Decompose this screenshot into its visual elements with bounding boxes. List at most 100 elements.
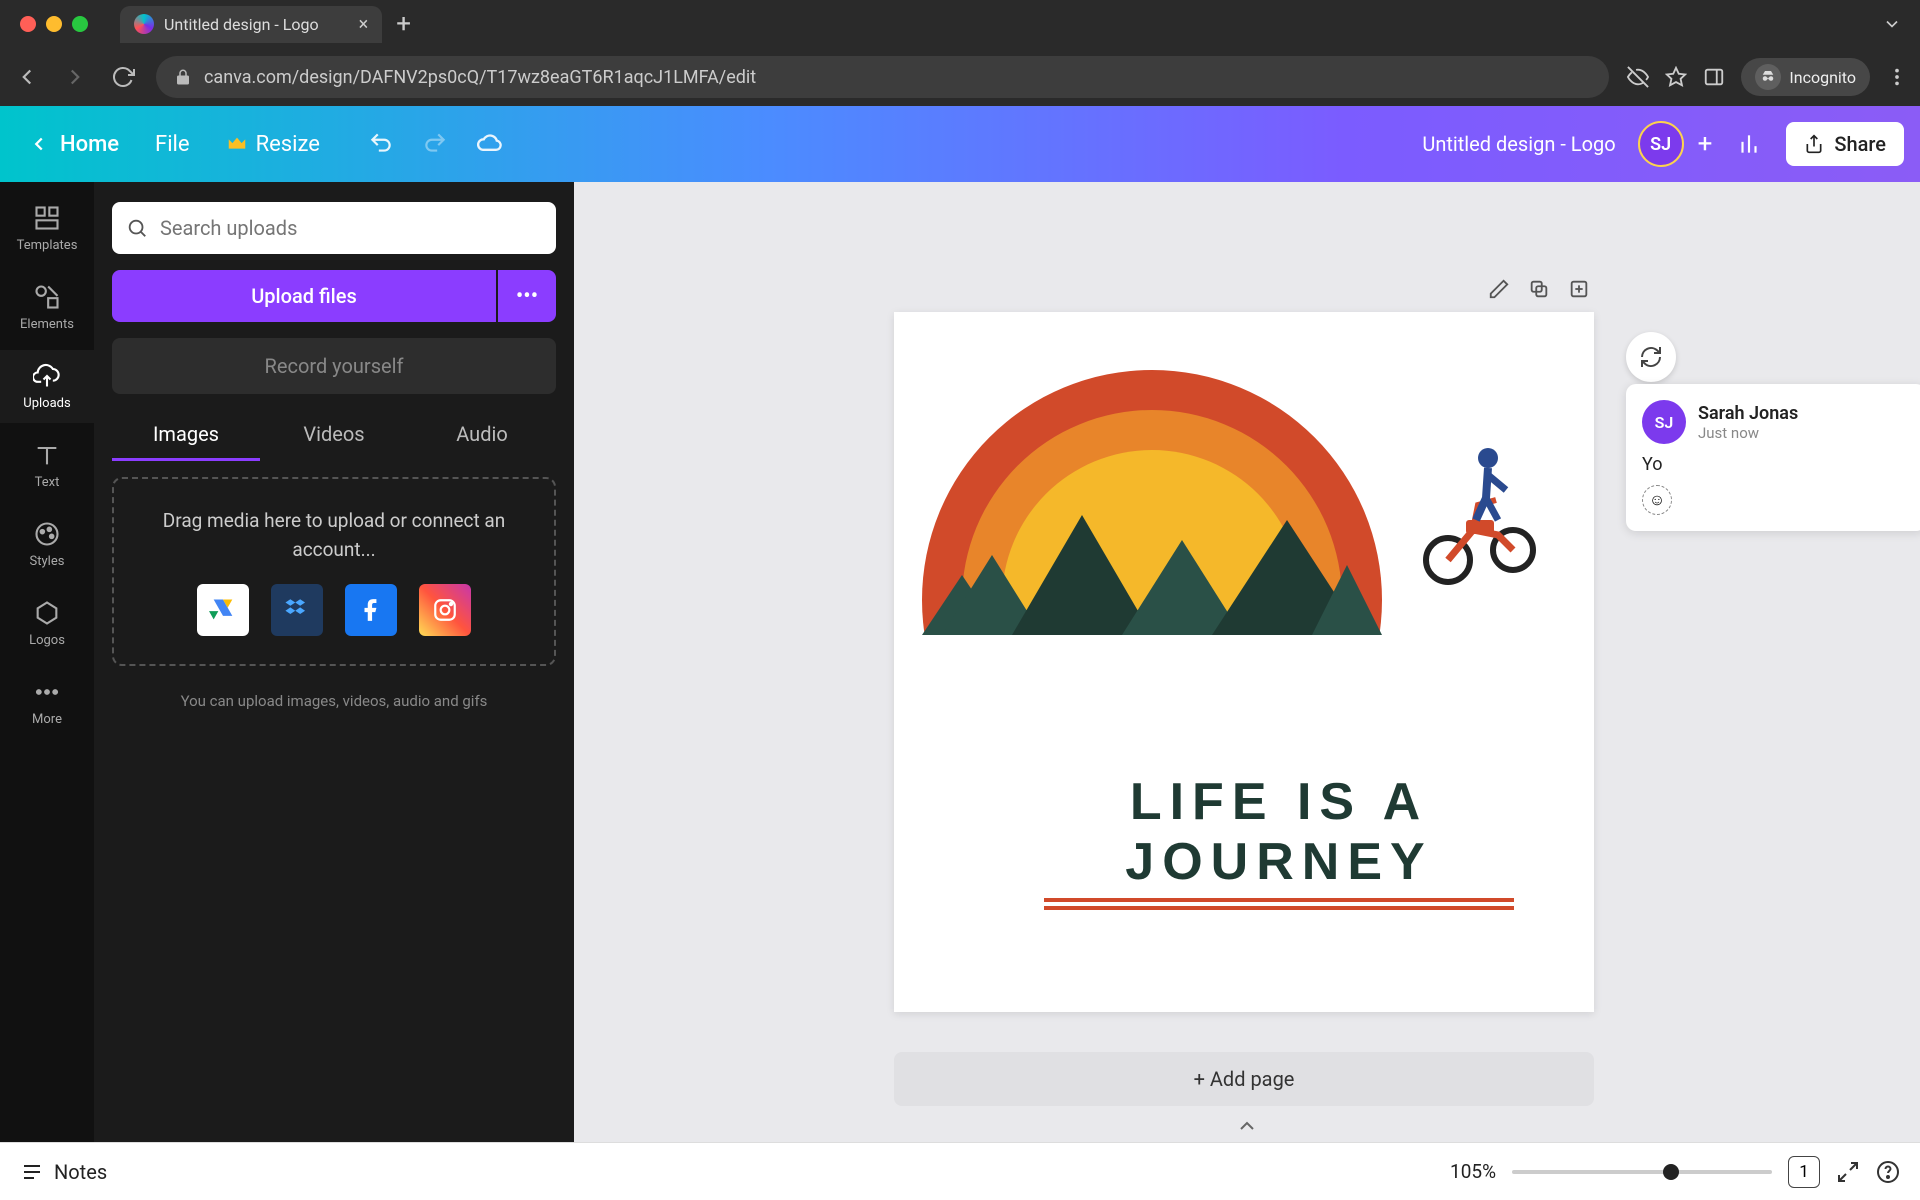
rail-label: Text xyxy=(35,475,60,490)
rail-label: Uploads xyxy=(23,396,70,411)
undo-button[interactable] xyxy=(368,130,394,158)
app: Home File Resize Untitled design - Logo … xyxy=(0,106,1920,1200)
left-rail: Templates Elements Uploads Text Styles L… xyxy=(0,182,94,1142)
rail-elements[interactable]: Elements xyxy=(0,271,94,344)
page-count[interactable]: 1 xyxy=(1788,1156,1820,1188)
canva-favicon-icon xyxy=(134,14,154,34)
fullscreen-button[interactable] xyxy=(1836,1160,1860,1184)
close-tab-button[interactable]: × xyxy=(359,14,369,35)
minimize-window-button[interactable] xyxy=(46,16,62,32)
record-yourself-button[interactable]: Record yourself xyxy=(112,338,556,394)
add-page-button[interactable]: + Add page xyxy=(894,1052,1594,1106)
connect-facebook[interactable] xyxy=(345,584,397,636)
rail-uploads[interactable]: Uploads xyxy=(0,350,94,423)
comment-body: Yo xyxy=(1642,454,1910,475)
upload-more-button[interactable]: ••• xyxy=(498,270,556,322)
analytics-button[interactable] xyxy=(1736,131,1762,157)
comment-card[interactable]: SJ Sarah Jonas Just now Yo ☺ xyxy=(1626,384,1920,531)
tab-images[interactable]: Images xyxy=(112,410,260,461)
motorbike-graphic[interactable] xyxy=(1418,420,1538,590)
add-collaborator-button[interactable]: + xyxy=(1698,129,1713,159)
connect-dropbox[interactable] xyxy=(271,584,323,636)
cloud-sync-icon[interactable] xyxy=(476,130,504,158)
search-uploads[interactable] xyxy=(112,202,556,254)
connect-instagram[interactable] xyxy=(419,584,471,636)
tab-audio[interactable]: Audio xyxy=(408,410,556,461)
main: Templates Elements Uploads Text Styles L… xyxy=(0,182,1920,1142)
search-input[interactable] xyxy=(160,216,542,240)
home-button[interactable]: Home xyxy=(16,124,131,165)
tabs-menu-button[interactable] xyxy=(1882,14,1902,34)
uploads-panel: Upload files ••• Record yourself Images … xyxy=(94,182,574,1142)
rail-text[interactable]: Text xyxy=(0,429,94,502)
notes-label: Notes xyxy=(54,1160,107,1184)
browser-chrome: Untitled design - Logo × + canva.com/des… xyxy=(0,0,1920,106)
notes-button[interactable]: Notes xyxy=(20,1160,107,1184)
search-icon xyxy=(126,217,148,239)
new-tab-button[interactable]: + xyxy=(396,9,411,39)
expand-pages-button[interactable] xyxy=(1235,1114,1259,1138)
document-title[interactable]: Untitled design - Logo xyxy=(1422,132,1615,156)
upload-hint: You can upload images, videos, audio and… xyxy=(112,692,556,710)
duplicate-page-icon[interactable] xyxy=(1528,278,1550,300)
headline-label: LIFE IS A JOURNEY xyxy=(1004,772,1554,892)
eye-off-icon[interactable] xyxy=(1627,66,1649,88)
share-button[interactable]: Share xyxy=(1786,122,1904,166)
zoom-thumb[interactable] xyxy=(1663,1164,1679,1180)
upload-drop-zone[interactable]: Drag media here to upload or connect an … xyxy=(112,477,556,666)
rail-logos[interactable]: Logos xyxy=(0,587,94,660)
sunset-graphic[interactable] xyxy=(922,370,1382,635)
comment-time: Just now xyxy=(1698,424,1798,442)
close-window-button[interactable] xyxy=(20,16,36,32)
tab-title: Untitled design - Logo xyxy=(164,15,319,34)
rail-styles[interactable]: Styles xyxy=(0,508,94,581)
page-tools xyxy=(1488,278,1590,300)
maximize-window-button[interactable] xyxy=(72,16,88,32)
rail-templates[interactable]: Templates xyxy=(0,192,94,265)
comment-initials: SJ xyxy=(1655,413,1674,432)
comment-author: Sarah Jonas xyxy=(1698,403,1798,424)
media-tabs: Images Videos Audio xyxy=(112,410,556,461)
home-label: Home xyxy=(60,132,119,157)
back-button[interactable] xyxy=(12,62,42,92)
upload-files-button[interactable]: Upload files xyxy=(112,270,496,322)
zoom-slider[interactable] xyxy=(1512,1170,1772,1174)
lock-icon xyxy=(174,68,192,86)
headline-text[interactable]: LIFE IS A JOURNEY xyxy=(1004,772,1554,910)
rail-more[interactable]: More xyxy=(0,666,94,739)
browser-tab[interactable]: Untitled design - Logo × xyxy=(120,6,382,43)
share-icon xyxy=(1804,134,1824,154)
incognito-indicator[interactable]: Incognito xyxy=(1741,58,1870,96)
resize-button[interactable]: Resize xyxy=(214,124,332,165)
tab-strip: Untitled design - Logo × + xyxy=(0,0,1920,48)
chevron-left-icon xyxy=(28,133,50,155)
help-button[interactable] xyxy=(1876,1160,1900,1184)
side-panel-icon[interactable] xyxy=(1703,66,1725,88)
edit-page-icon[interactable] xyxy=(1488,278,1510,300)
redo-button[interactable] xyxy=(422,130,448,158)
canvas-area[interactable]: LIFE IS A JOURNEY SJ Sarah Jonas Just no… xyxy=(574,182,1920,1142)
user-avatar[interactable]: SJ xyxy=(1638,121,1684,167)
address-bar[interactable]: canva.com/design/DAFNV2ps0cQ/T17wz8eaGT6… xyxy=(156,56,1609,98)
avatar-initials: SJ xyxy=(1650,134,1671,155)
zoom-level[interactable]: 105% xyxy=(1450,1160,1496,1183)
connect-google-drive[interactable] xyxy=(197,584,249,636)
design-page[interactable]: LIFE IS A JOURNEY xyxy=(894,312,1594,1012)
resize-label: Resize xyxy=(256,132,320,157)
reload-button[interactable] xyxy=(108,62,138,92)
kebab-menu-icon[interactable] xyxy=(1886,66,1908,88)
incognito-label: Incognito xyxy=(1789,68,1856,87)
upload-row: Upload files ••• xyxy=(112,270,556,322)
tab-videos[interactable]: Videos xyxy=(260,410,408,461)
forward-button[interactable] xyxy=(60,62,90,92)
file-label: File xyxy=(155,132,190,157)
undo-redo-group xyxy=(368,130,504,158)
regenerate-button[interactable] xyxy=(1626,332,1676,382)
connect-accounts xyxy=(134,584,534,636)
file-menu[interactable]: File xyxy=(141,124,204,165)
footer: Notes 105% 1 xyxy=(0,1142,1920,1200)
add-reaction-button[interactable]: ☺ xyxy=(1642,485,1672,515)
bookmark-star-icon[interactable] xyxy=(1665,66,1687,88)
add-page-icon[interactable] xyxy=(1568,278,1590,300)
share-label: Share xyxy=(1834,132,1886,156)
